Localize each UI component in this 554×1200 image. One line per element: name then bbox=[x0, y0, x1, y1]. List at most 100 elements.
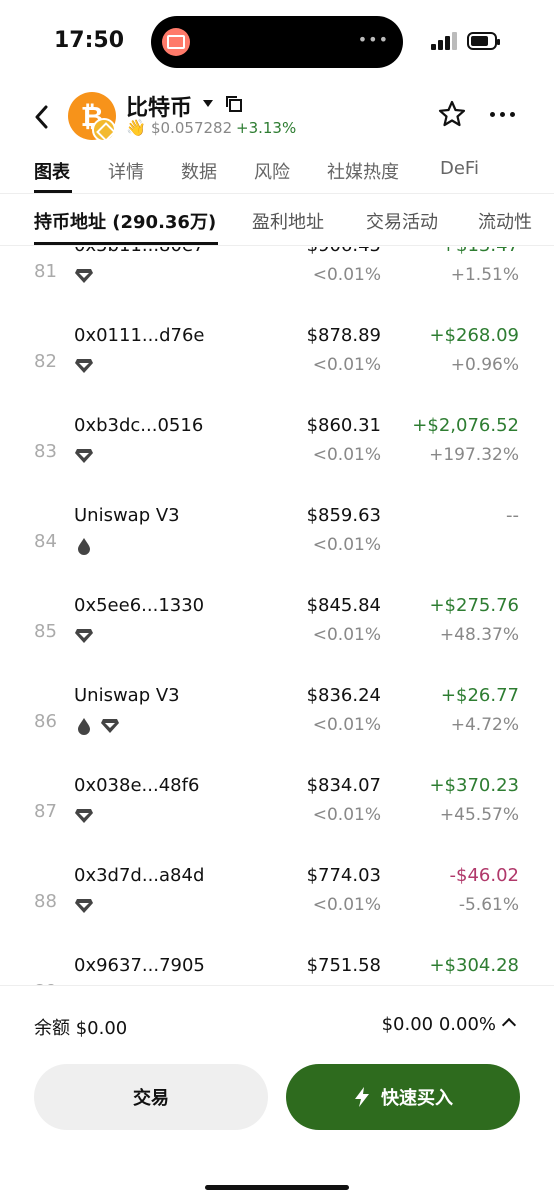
mail-app-icon bbox=[162, 28, 190, 56]
more-icon[interactable] bbox=[490, 112, 515, 117]
price-change: +3.13% bbox=[236, 119, 297, 137]
holder-rank: 87 bbox=[34, 801, 57, 822]
holder-address[interactable]: Uniswap V3 bbox=[74, 505, 180, 526]
holder-address[interactable]: 0x5ee6...1330 bbox=[74, 595, 204, 616]
subtab-liquidity[interactable]: 流动性 bbox=[478, 208, 532, 234]
holder-rank: 88 bbox=[34, 891, 57, 912]
gem-icon bbox=[75, 269, 93, 283]
holder-value: $859.63 bbox=[306, 505, 381, 526]
holder-value: $878.89 bbox=[306, 325, 381, 346]
holder-tags bbox=[74, 897, 94, 915]
holder-pnl-percent: +4.72% bbox=[450, 715, 519, 735]
quick-buy-button[interactable]: 快速买入 bbox=[286, 1064, 520, 1130]
gem-icon bbox=[75, 899, 93, 913]
subtab-profit[interactable]: 盈利地址 bbox=[252, 208, 324, 234]
holder-pnl: +$304.28 bbox=[429, 955, 519, 976]
holder-pnl-percent: +197.32% bbox=[429, 445, 519, 465]
gem-icon bbox=[75, 449, 93, 463]
back-arrow-icon[interactable] bbox=[30, 102, 54, 132]
holder-pnl-percent: +1.51% bbox=[450, 265, 519, 285]
tab-social[interactable]: 社媒热度 bbox=[327, 158, 399, 184]
home-indicator bbox=[205, 1185, 349, 1190]
holder-value: $834.07 bbox=[306, 775, 381, 796]
copy-icon[interactable] bbox=[224, 94, 244, 114]
holder-value: $836.24 bbox=[306, 685, 381, 706]
holder-pnl: +$26.77 bbox=[440, 685, 519, 706]
holder-pnl: +$268.09 bbox=[429, 325, 519, 346]
holder-row[interactable]: 86 Uniswap V3 $836.24 <0.01% +$26.77 +4.72% bbox=[0, 677, 554, 767]
holder-tags bbox=[74, 807, 94, 825]
holder-address[interactable]: 0x038e...48f6 bbox=[74, 775, 199, 796]
star-icon[interactable] bbox=[438, 100, 466, 128]
holder-value: $774.03 bbox=[306, 865, 381, 886]
tab-risk[interactable]: 风险 bbox=[254, 158, 290, 184]
subtab-trades[interactable]: 交易活动 bbox=[366, 208, 438, 234]
caret-down-icon[interactable] bbox=[203, 100, 213, 107]
holder-share: <0.01% bbox=[312, 895, 381, 915]
gem-icon bbox=[101, 719, 119, 733]
holder-pnl: +$2,076.52 bbox=[412, 415, 519, 436]
tab-data[interactable]: 数据 bbox=[181, 158, 217, 184]
gem-icon bbox=[75, 809, 93, 823]
holder-row[interactable]: 85 0x5ee6...1330 $845.84 <0.01% +$275.76 +48.… bbox=[0, 587, 554, 677]
holder-address[interactable]: 0xb3dc...0516 bbox=[74, 415, 203, 436]
holder-pnl: +$275.76 bbox=[429, 595, 519, 616]
holder-address[interactable]: 0x9637...7905 bbox=[74, 955, 205, 976]
holder-row[interactable]: 83 0xb3dc...0516 $860.31 <0.01% +$2,076.52 +1… bbox=[0, 407, 554, 497]
tab-defi[interactable]: DeFi bbox=[440, 158, 479, 179]
holder-share: <0.01% bbox=[312, 445, 381, 465]
bnb-chain-icon bbox=[92, 118, 116, 142]
holder-row[interactable]: 84 Uniswap V3 $859.63 <0.01% -- bbox=[0, 497, 554, 587]
holder-tags bbox=[74, 717, 120, 735]
balance-value[interactable]: $0.00 0.00% bbox=[382, 1014, 496, 1035]
holder-pnl-percent: -5.61% bbox=[458, 895, 519, 915]
holder-share: <0.01% bbox=[312, 715, 381, 735]
holder-pnl: -- bbox=[506, 505, 519, 526]
holder-tags bbox=[74, 357, 94, 375]
holder-tags bbox=[74, 267, 94, 285]
holder-pnl: +$13.47 bbox=[441, 247, 519, 256]
holder-row[interactable]: 81 0x5b11...80e7 $906.45 <0.01% +$13.47 +1.51… bbox=[0, 247, 554, 317]
tab-details[interactable]: 详情 bbox=[108, 158, 144, 184]
holder-value: $906.45 bbox=[307, 247, 381, 256]
gem-icon bbox=[75, 359, 93, 373]
holder-list[interactable]: 81 0x5b11...80e7 $906.45 <0.01% +$13.47 +1.51… bbox=[0, 247, 554, 985]
balance-label: 余额 $0.00 bbox=[34, 1018, 128, 1039]
island-more-icon: ••• bbox=[357, 30, 389, 49]
holder-row[interactable]: 82 0x0111...d76e $878.89 <0.01% +$268.09 +0.9… bbox=[0, 317, 554, 407]
holder-share: <0.01% bbox=[312, 535, 381, 555]
holder-rank: 83 bbox=[34, 441, 57, 462]
main-tabs: 图表 详情 数据 风险 社媒热度 DeFi bbox=[0, 150, 554, 194]
holder-rank: 84 bbox=[34, 531, 57, 552]
holder-value: $751.58 bbox=[306, 955, 381, 976]
holder-address[interactable]: 0x0111...d76e bbox=[74, 325, 204, 346]
holder-pnl: -$46.02 bbox=[449, 865, 519, 886]
drop-icon bbox=[78, 718, 90, 735]
dynamic-island: ••• bbox=[151, 16, 403, 68]
holder-address[interactable]: 0x3d7d...a84d bbox=[74, 865, 204, 886]
lightning-icon bbox=[355, 1087, 369, 1107]
holder-rank: 81 bbox=[34, 261, 57, 282]
quick-buy-label: 快速买入 bbox=[381, 1088, 453, 1109]
holder-rank: 85 bbox=[34, 621, 57, 642]
holder-pnl-percent: +45.57% bbox=[439, 805, 519, 825]
tab-chart[interactable]: 图表 bbox=[34, 158, 70, 184]
subtab-holders[interactable]: 持币地址 (290.36万) bbox=[34, 208, 216, 234]
footer-bar: 余额 $0.00 $0.00 0.00% 交易 快速买入 bbox=[0, 985, 554, 1200]
battery-icon bbox=[467, 32, 500, 50]
chevron-up-icon[interactable] bbox=[501, 1017, 517, 1033]
holder-address[interactable]: 0x5b11...80e7 bbox=[74, 247, 204, 256]
subtab-underline bbox=[34, 242, 218, 245]
trade-button[interactable]: 交易 bbox=[34, 1064, 268, 1130]
holder-share: <0.01% bbox=[312, 265, 381, 285]
holder-row[interactable]: 890x9637...7905$751.58<0.01%+$304.28 bbox=[0, 947, 554, 985]
holder-share: <0.01% bbox=[312, 355, 381, 375]
sub-tabs: 持币地址 (290.36万) 盈利地址 交易活动 流动性 bbox=[0, 196, 554, 246]
holder-pnl: +$370.23 bbox=[429, 775, 519, 796]
holder-address[interactable]: Uniswap V3 bbox=[74, 685, 180, 706]
holder-row[interactable]: 88 0x3d7d...a84d $774.03 <0.01% -$46.02 -5.61… bbox=[0, 857, 554, 947]
holder-share: <0.01% bbox=[312, 805, 381, 825]
wave-hand-icon: 👋 bbox=[126, 118, 146, 137]
holder-rank: 86 bbox=[34, 711, 57, 732]
holder-row[interactable]: 87 0x038e...48f6 $834.07 <0.01% +$370.23 +45.… bbox=[0, 767, 554, 857]
